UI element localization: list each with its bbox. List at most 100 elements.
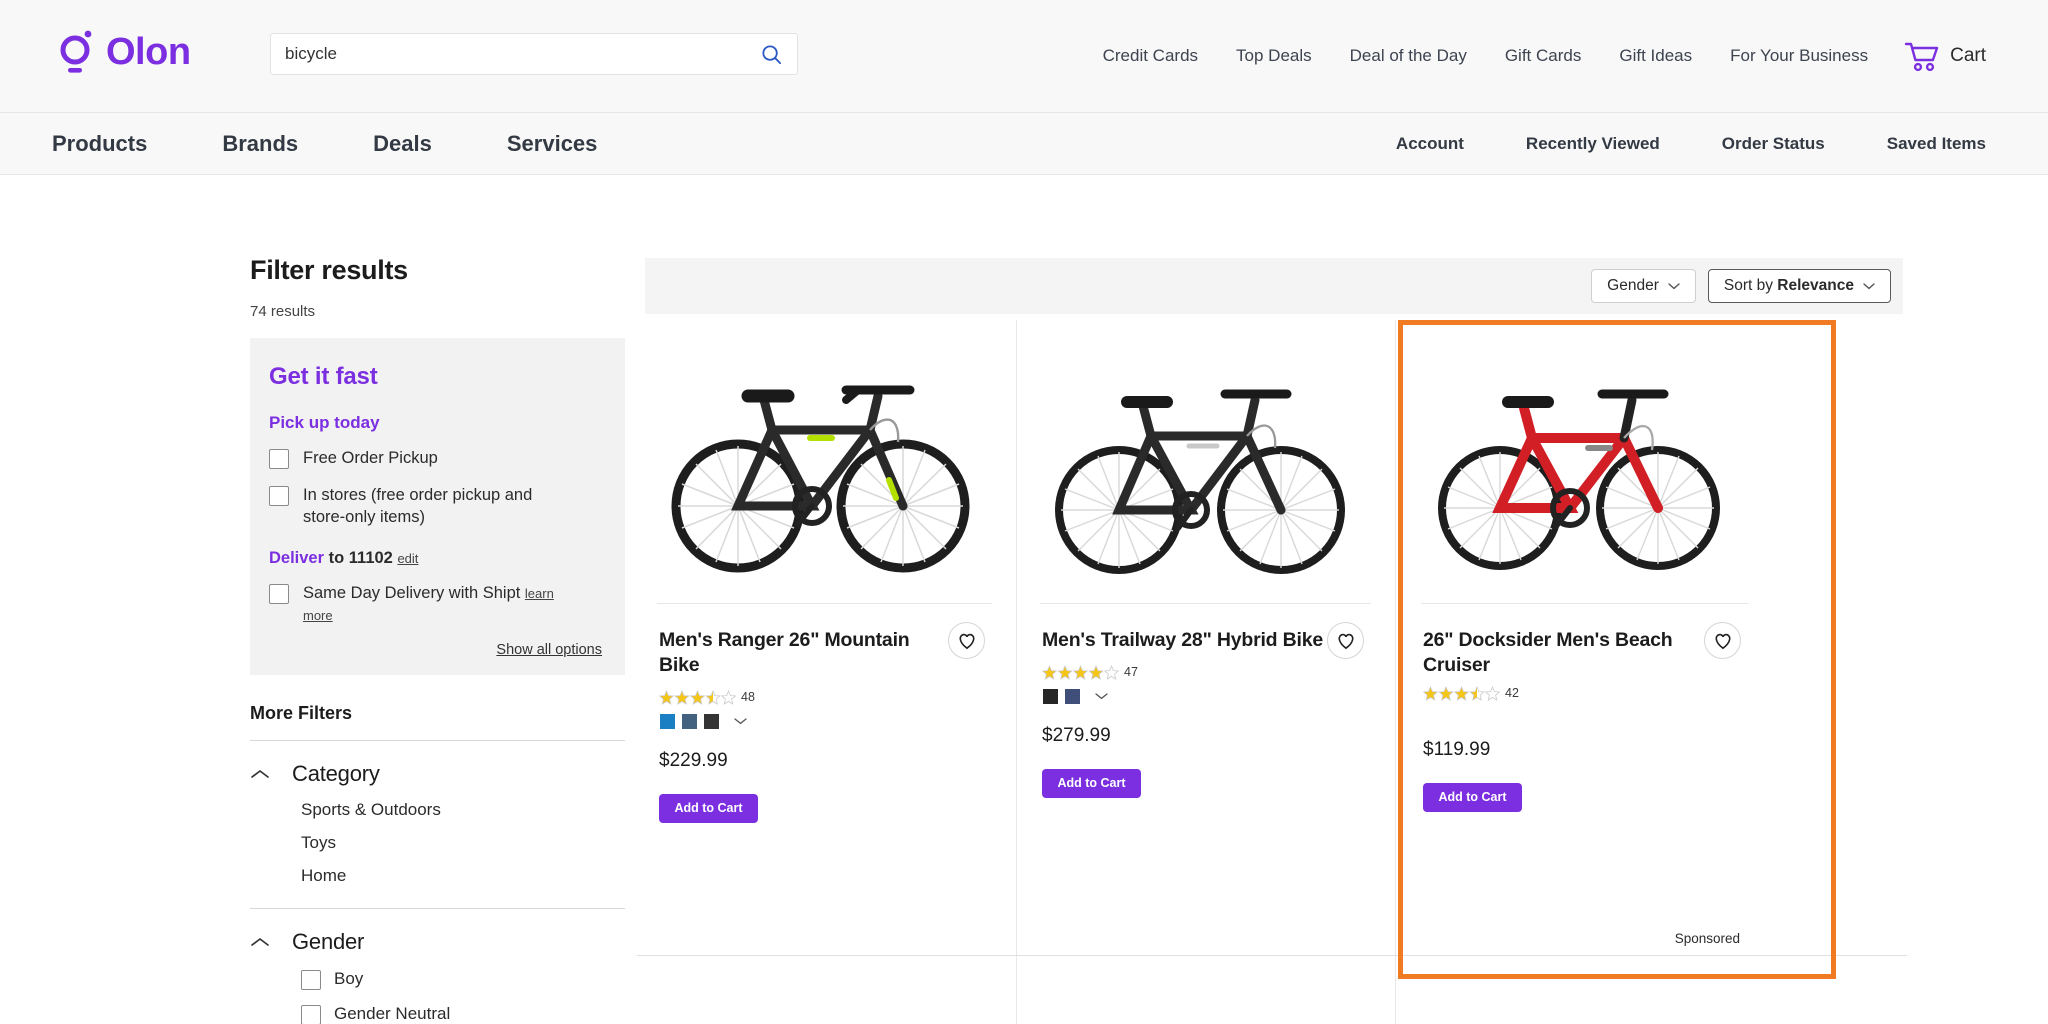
facet-option-sports-outdoors[interactable]: Sports & Outdoors <box>301 800 625 820</box>
cart-button[interactable]: Cart <box>1903 40 1986 72</box>
nav-services[interactable]: Services <box>507 131 636 157</box>
black-mountain-bike-image <box>671 385 969 572</box>
nav-deals[interactable]: Deals <box>373 131 470 157</box>
brand-name: Olon <box>106 31 191 73</box>
facet-option-label: Boy <box>334 969 364 989</box>
nav-deal-of-the-day[interactable]: Deal of the Day <box>1331 46 1486 66</box>
product-price: $119.99 <box>1423 738 1491 760</box>
nav-gift-ideas[interactable]: Gift Ideas <box>1600 46 1711 66</box>
secondary-nav: Products Brands Deals Services Account R… <box>0 113 2048 175</box>
olon-circle-logo-icon <box>58 28 94 76</box>
heart-icon <box>1713 632 1733 650</box>
add-to-favorites-button[interactable] <box>1327 622 1364 659</box>
deliver-zip: to 11102 <box>324 548 398 567</box>
product-rating[interactable]: 47 <box>1042 664 1369 680</box>
add-to-cart-button[interactable]: Add to Cart <box>1423 782 1522 812</box>
nav-order-status[interactable]: Order Status <box>1722 134 1825 154</box>
color-swatch[interactable] <box>703 712 720 730</box>
nav-products[interactable]: Products <box>52 131 185 157</box>
nav-gift-cards[interactable]: Gift Cards <box>1486 46 1601 66</box>
sort-toolbar: Gender Sort by Relevance <box>645 258 1903 314</box>
facet-option-toys[interactable]: Toys <box>301 833 625 853</box>
product-image[interactable] <box>1419 320 1750 603</box>
get-it-fast-panel: Get it fast Pick up today Free Order Pic… <box>250 338 625 675</box>
nav-top-deals[interactable]: Top Deals <box>1217 46 1331 66</box>
search-bar[interactable] <box>270 33 798 75</box>
product-rating[interactable]: 42 <box>1423 685 1746 701</box>
facet-option-home[interactable]: Home <box>301 866 625 886</box>
facet-category-header[interactable]: Category <box>250 761 625 787</box>
row-divider <box>637 955 1907 956</box>
filter-label: Free Order Pickup <box>303 449 438 467</box>
show-all-options-link[interactable]: Show all options <box>496 642 602 658</box>
utility-nav: Credit Cards Top Deals Deal of the Day G… <box>1084 0 1986 112</box>
chevron-down-icon <box>1863 282 1875 290</box>
review-count: 47 <box>1124 665 1138 680</box>
sort-by-dropdown[interactable]: Sort by Relevance <box>1707 269 1891 303</box>
color-swatch[interactable] <box>681 712 698 730</box>
filter-same-day-delivery[interactable]: Same Day Delivery with Shipt learn more <box>269 583 602 627</box>
more-colors-button[interactable] <box>1095 692 1108 700</box>
page-root: Olon Credit Cards Top Deals Deal of the … <box>0 0 2048 1024</box>
top-header: Olon Credit Cards Top Deals Deal of the … <box>0 0 2048 113</box>
sort-by-label: Sort by Relevance <box>1724 277 1854 295</box>
facet-gender-header[interactable]: Gender <box>250 929 625 955</box>
more-colors-button[interactable] <box>734 717 747 725</box>
more-filters-heading: More Filters <box>250 702 353 723</box>
checkbox-free-order-pickup[interactable] <box>269 449 289 469</box>
filter-free-order-pickup[interactable]: Free Order Pickup <box>269 448 602 470</box>
add-to-favorites-button[interactable] <box>948 622 985 659</box>
sort-value: Relevance <box>1777 277 1854 294</box>
checkbox-boy[interactable] <box>301 969 321 990</box>
pick-up-today-label: Pick up today <box>269 413 380 432</box>
gender-filter-dropdown[interactable]: Gender <box>1591 269 1696 303</box>
brand-logo[interactable]: Olon <box>58 28 191 76</box>
search-button[interactable] <box>745 34 797 74</box>
product-image[interactable] <box>1038 320 1373 603</box>
checkbox-gender-neutral[interactable] <box>301 1004 321 1024</box>
facet-option-boy[interactable]: Boy <box>301 969 625 990</box>
product-title[interactable]: Men's Trailway 28" Hybrid Bike <box>1042 628 1324 653</box>
shopping-cart-icon <box>1903 40 1941 72</box>
add-to-favorites-button[interactable] <box>1704 622 1741 659</box>
add-to-cart-button[interactable]: Add to Cart <box>1042 768 1141 798</box>
facet-option-gender-neutral[interactable]: Gender Neutral <box>301 1004 625 1024</box>
product-card[interactable]: Men's Trailway 28" Hybrid Bike 47 $279.9… <box>1016 320 1395 955</box>
star-rating-icons <box>1042 664 1119 680</box>
nav-brands[interactable]: Brands <box>222 131 336 157</box>
search-icon <box>760 43 783 66</box>
chevron-down-icon <box>1095 692 1108 700</box>
nav-credit-cards[interactable]: Credit Cards <box>1084 46 1217 66</box>
sort-prefix: Sort by <box>1723 277 1778 294</box>
product-card[interactable]: Men's Ranger 26" Mountain Bike 48 $229.9… <box>637 320 1016 955</box>
chevron-up-icon <box>250 936 270 948</box>
edit-zip-link[interactable]: edit <box>397 551 418 566</box>
category-nav: Products Brands Deals Services <box>52 113 672 174</box>
product-price: $229.99 <box>659 749 728 771</box>
nav-for-your-business[interactable]: For Your Business <box>1711 46 1887 66</box>
search-input[interactable] <box>271 44 745 64</box>
star-rating-icons <box>659 689 736 705</box>
filter-in-stores[interactable]: In stores (free order pickup and store-o… <box>269 485 602 529</box>
product-image[interactable] <box>655 320 994 603</box>
checkbox-in-stores[interactable] <box>269 485 289 506</box>
add-to-cart-button[interactable]: Add to Cart <box>659 793 758 823</box>
checkbox-same-day-delivery[interactable] <box>269 583 289 604</box>
product-title[interactable]: 26" Docksider Men's Beach Cruiser <box>1423 628 1678 678</box>
nav-account[interactable]: Account <box>1396 134 1464 154</box>
product-card[interactable]: 26" Docksider Men's Beach Cruiser 42 $11… <box>1395 320 1774 955</box>
chevron-up-icon <box>250 768 270 780</box>
product-rating[interactable]: 48 <box>659 689 990 705</box>
filter-label: In stores (free order pickup and store-o… <box>303 485 533 526</box>
deliver-keyword: Deliver <box>269 548 325 567</box>
column-divider <box>1395 956 1396 1024</box>
product-info: Men's Ranger 26" Mountain Bike 48 $229.9… <box>655 604 994 823</box>
color-swatch[interactable] <box>1042 687 1059 705</box>
cart-label: Cart <box>1950 45 1986 66</box>
product-info: Men's Trailway 28" Hybrid Bike 47 $279.9… <box>1038 604 1373 798</box>
nav-saved-items[interactable]: Saved Items <box>1887 134 1986 154</box>
color-swatch[interactable] <box>1064 687 1081 705</box>
product-title[interactable]: Men's Ranger 26" Mountain Bike <box>659 628 941 678</box>
color-swatch[interactable] <box>659 712 676 730</box>
nav-recently-viewed[interactable]: Recently Viewed <box>1526 134 1660 154</box>
